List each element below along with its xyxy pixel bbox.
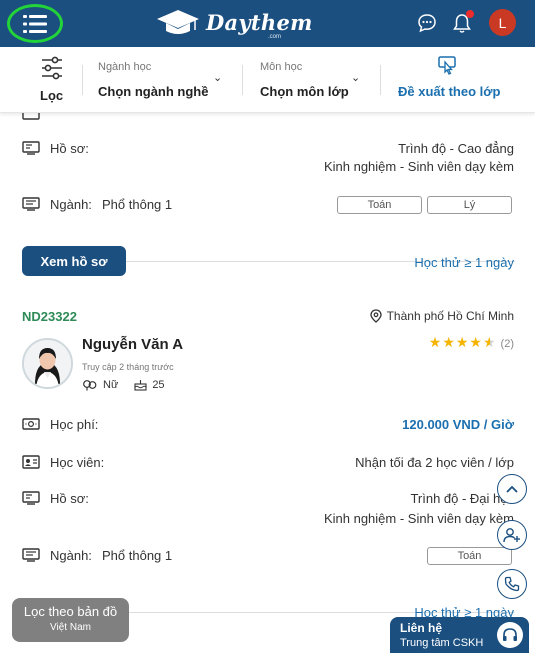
cake-icon [134, 380, 147, 391]
map-filter-sub: Việt Nam [50, 622, 91, 633]
major-caption: Ngành học [98, 61, 152, 73]
subject-caption: Môn học [260, 61, 303, 73]
subject-tag: Toán [337, 196, 422, 214]
major-select[interactable]: Chọn ngành nghề [98, 84, 208, 99]
tutor-avatar[interactable] [22, 338, 73, 389]
subject-tag: Lý [427, 196, 512, 214]
money-icon [22, 418, 40, 430]
suggest-icon [438, 56, 456, 75]
add-contact-button[interactable] [497, 520, 527, 550]
filter-button[interactable] [36, 56, 68, 85]
phone-icon [504, 576, 520, 592]
tutor-name[interactable]: Nguyễn Văn A [82, 336, 183, 353]
call-button[interactable] [497, 569, 527, 599]
menu-button[interactable] [7, 4, 63, 43]
subject-select[interactable]: Chọn môn lớp [260, 84, 349, 99]
rating-stars: ★★★★★ (2) [429, 334, 514, 351]
site-logo[interactable]: Daythem .com [156, 8, 313, 40]
major-label: Ngành: [50, 197, 92, 212]
student-icon [22, 455, 40, 469]
major-icon [22, 548, 40, 562]
last-access: Truy cập 2 tháng trước [82, 362, 174, 372]
star-half-icon: ★ [482, 334, 497, 350]
notification-dot [466, 10, 474, 18]
major-icon [22, 197, 40, 211]
list-icon [22, 113, 40, 120]
divider [242, 65, 243, 95]
review-count: (2) [500, 338, 514, 350]
profile-experience: Kinh nghiệm - Sinh viên dạy kèm [323, 159, 514, 174]
divider [380, 65, 381, 95]
trial-link[interactable]: Học thử ≥ 1 ngày [414, 255, 514, 270]
gender-icon [83, 380, 97, 391]
contact-support-button[interactable]: Liên hệ Trung tâm CSKH [390, 617, 529, 653]
gender-text: Nữ [103, 379, 119, 391]
suggest-button[interactable] [436, 55, 458, 82]
fee-label: Học phí: [50, 417, 99, 432]
age-text: 25 [152, 379, 165, 391]
student-label: Học viên: [50, 455, 105, 470]
map-filter-button[interactable]: Lọc theo bản đồ Việt Nam [12, 598, 129, 642]
chevron-down-icon[interactable]: ⌄ [213, 71, 222, 84]
student-value: Nhận tối đa 2 học viên / lớp [355, 455, 514, 470]
tutor-id: ND23322 [22, 309, 77, 324]
add-user-icon [503, 528, 520, 543]
major-value: Phổ thông 1 [102, 197, 173, 212]
tutor-photo [24, 340, 71, 387]
chat-icon [418, 14, 436, 33]
location-pin-icon [369, 309, 382, 323]
profile-experience: Kinh nghiệm - Sinh viên dạy kèm [323, 511, 514, 526]
tutor-list: Hồ sơ: Trình độ - Cao đẳng Kinh nghiệm -… [0, 113, 535, 653]
major-value: Phổ thông 1 [102, 548, 173, 563]
tutor-meta: Nữ 25 [82, 379, 165, 391]
filter-sliders-icon [42, 56, 62, 80]
tutor-location: Thành phố Hồ Chí Minh [369, 309, 514, 323]
logo-sub: .com [268, 34, 282, 40]
headset-icon [497, 622, 523, 648]
menu-icon [23, 14, 47, 33]
profile-icon [22, 141, 40, 155]
contact-sub: Trung tâm CSKH [400, 637, 484, 649]
profile-icon [22, 491, 40, 505]
major-label: Ngành: [50, 548, 92, 563]
scroll-top-button[interactable] [497, 474, 527, 504]
notification-button[interactable] [450, 10, 474, 35]
filter-bar: Lọc Ngành học Chọn ngành nghề ⌄ Môn học … [0, 47, 535, 113]
user-avatar[interactable]: L [489, 9, 516, 36]
star-icon: ★★★★ [428, 334, 483, 350]
view-profile-button[interactable]: Xem hồ sơ [22, 246, 126, 276]
divider [82, 65, 83, 95]
profile-label: Hồ sơ: [50, 141, 89, 156]
graduation-cap-icon [157, 10, 199, 34]
top-header: Daythem .com L [0, 0, 535, 47]
chat-button[interactable] [415, 11, 439, 35]
profile-level: Trình độ - Cao đẳng [398, 141, 514, 156]
map-filter-title: Lọc theo bản đồ [23, 604, 118, 619]
contact-title: Liên hệ [400, 621, 443, 635]
filter-label[interactable]: Lọc [40, 88, 63, 103]
chevron-up-icon [506, 485, 518, 493]
suggest-label[interactable]: Đề xuất theo lớp [398, 84, 500, 99]
chevron-down-icon[interactable]: ⌄ [351, 71, 360, 84]
subject-tag: Toán [427, 547, 512, 565]
logo-text: Daythem [206, 9, 313, 35]
fee-value: 120.000 VND / Giờ [402, 417, 514, 432]
profile-label: Hồ sơ: [50, 491, 89, 506]
location-text: Thành phố Hồ Chí Minh [386, 309, 514, 323]
